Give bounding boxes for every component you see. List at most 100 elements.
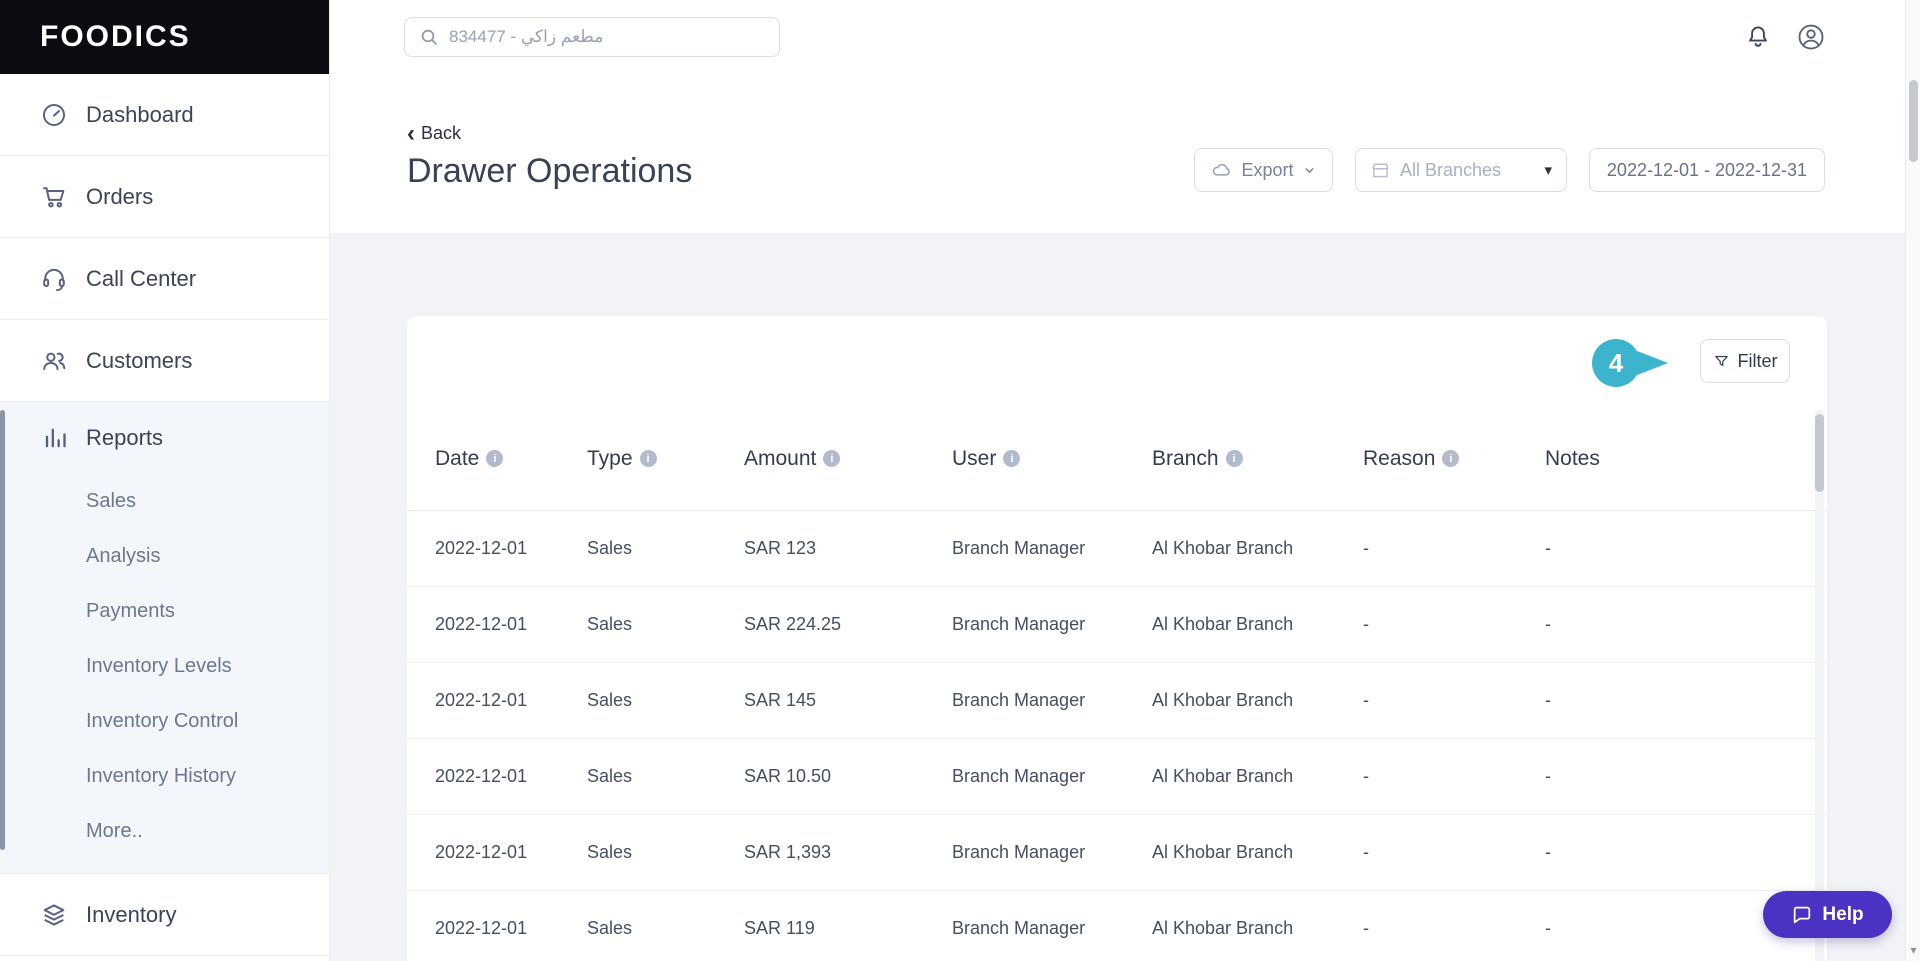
column-label: Reason (1363, 446, 1436, 470)
table-row: 2022-12-01 Sales SAR 1,393 Branch Manager Al… (407, 815, 1827, 891)
topbar-actions (1744, 22, 1920, 52)
sidebar-subitem-inventory-history[interactable]: Inventory History (0, 749, 329, 804)
chat-bubble-icon (1791, 904, 1813, 926)
sidebar-subitem-sales[interactable]: Sales (0, 474, 329, 529)
page-header: ‹ Back Drawer Operations Export All Bran… (330, 74, 1920, 233)
funnel-icon (1713, 353, 1730, 370)
sidebar-item-label: Dashboard (86, 101, 194, 127)
cell-amount: SAR 123 (744, 538, 817, 558)
inventory-icon (40, 901, 68, 929)
foodics-logo[interactable]: FOODICS (0, 0, 329, 74)
sidebar-scroll-indicator[interactable] (0, 410, 5, 850)
column-label: Notes (1545, 446, 1600, 470)
cell-user: Branch Manager (952, 538, 1086, 558)
cell-notes: - (1545, 766, 1551, 786)
topbar (330, 0, 1920, 74)
scrollbar-down-arrow[interactable]: ▾ (1906, 943, 1920, 957)
chevron-down-icon (1303, 164, 1316, 177)
back-link[interactable]: ‹ Back (407, 119, 462, 147)
cell-user: Branch Manager (952, 918, 1086, 938)
table-row: 2022-12-01 Sales SAR 145 Branch Manager Al K… (407, 663, 1827, 739)
page-title: Drawer Operations (407, 152, 693, 190)
cell-user: Branch Manager (952, 766, 1086, 786)
table-scrollbar-thumb[interactable] (1815, 414, 1824, 492)
cell-type: Sales (587, 766, 633, 786)
cell-user: Branch Manager (952, 690, 1086, 710)
export-button[interactable]: Export (1194, 148, 1333, 192)
sidebar-item-call-center[interactable]: Call Center (0, 238, 329, 320)
cell-date: 2022-12-01 (435, 842, 528, 862)
table-row: 2022-12-01 Sales SAR 224.25 Branch Manager A… (407, 587, 1827, 663)
sidebar-subitem-more[interactable]: More.. (0, 804, 329, 859)
column-header-date: Date i (435, 447, 587, 471)
cell-date: 2022-12-01 (435, 690, 528, 710)
info-icon[interactable]: i (639, 450, 657, 467)
help-label: Help (1822, 903, 1864, 925)
cell-date: 2022-12-01 (435, 538, 528, 558)
back-label: Back (421, 123, 462, 143)
search-input[interactable] (449, 27, 765, 47)
sidebar-subitem-payments[interactable]: Payments (0, 584, 329, 639)
sidebar-section-reports: Reports Sales Analysis Payments Inventory L… (0, 402, 329, 874)
page-scrollbar-thumb[interactable] (1909, 80, 1918, 162)
cell-notes: - (1545, 842, 1551, 862)
notifications-button[interactable] (1744, 23, 1772, 51)
page-scrollbar[interactable]: ▾ (1905, 0, 1920, 961)
info-icon[interactable]: i (1225, 450, 1243, 467)
info-icon[interactable]: i (1003, 450, 1021, 467)
table-row: 2022-12-01 Sales SAR 10.50 Branch Manager Al… (407, 739, 1827, 815)
magnifier-icon (419, 27, 439, 47)
cart-icon (40, 183, 68, 211)
cell-reason: - (1363, 538, 1369, 558)
store-icon (1370, 160, 1391, 181)
sidebar-item-inventory[interactable]: Inventory (0, 874, 329, 956)
cell-branch: Al Khobar Branch (1152, 538, 1294, 558)
cell-branch: Al Khobar Branch (1152, 766, 1294, 786)
branches-dropdown[interactable]: All Branches ▾ (1355, 148, 1567, 192)
cell-amount: SAR 119 (744, 918, 815, 938)
sidebar-item-label: Call Center (86, 265, 197, 291)
filter-label: Filter (1737, 350, 1778, 371)
cell-notes: - (1545, 918, 1551, 938)
table-row: 2022-12-01 Sales SAR 123 Branch Manager Al K… (407, 511, 1827, 587)
sidebar-item-label: Reports (86, 425, 164, 450)
filter-button[interactable]: Filter (1700, 339, 1790, 383)
info-icon[interactable]: i (1442, 450, 1460, 467)
chevron-left-icon: ‹ (407, 119, 415, 147)
cell-amount: SAR 224.25 (744, 614, 842, 634)
cell-date: 2022-12-01 (435, 918, 528, 938)
cloud-export-icon (1211, 160, 1232, 181)
info-icon[interactable]: i (823, 450, 841, 467)
table-row: 2022-12-01 Sales SAR 119 Branch Manager Al K… (407, 891, 1827, 961)
help-button[interactable]: Help (1763, 891, 1892, 938)
header-actions: Export All Branches ▾ 2022-12-01 - 2022-… (1194, 148, 1825, 192)
sidebar-item-dashboard[interactable]: Dashboard (0, 74, 329, 156)
info-icon[interactable]: i (486, 450, 504, 467)
cell-reason: - (1363, 766, 1369, 786)
cell-user: Branch Manager (952, 614, 1086, 634)
branches-label: All Branches (1400, 159, 1502, 180)
column-header-user: User i (952, 447, 1152, 471)
cell-reason: - (1363, 842, 1369, 862)
date-range-button[interactable]: 2022-12-01 - 2022-12-31 (1589, 148, 1825, 192)
sidebar-subitem-analysis[interactable]: Analysis (0, 529, 329, 584)
account-button[interactable] (1796, 22, 1826, 52)
column-header-reason: Reason i (1363, 447, 1545, 471)
sidebar-item-orders[interactable]: Orders (0, 156, 329, 238)
sidebar-item-customers[interactable]: Customers (0, 320, 329, 402)
table-scrollbar[interactable] (1815, 410, 1824, 961)
reports-icon (40, 424, 68, 452)
sidebar-subitem-inventory-levels[interactable]: Inventory Levels (0, 639, 329, 694)
sidebar-subitem-inventory-control[interactable]: Inventory Control (0, 694, 329, 749)
cell-branch: Al Khobar Branch (1152, 614, 1294, 634)
sidebar-item-label: Customers (86, 347, 193, 373)
headset-icon (40, 265, 68, 293)
cell-amount: SAR 1,393 (744, 842, 832, 862)
cell-reason: - (1363, 614, 1369, 634)
cell-type: Sales (587, 918, 633, 938)
sidebar-item-reports[interactable]: Reports (0, 402, 329, 474)
column-label: Amount (744, 446, 817, 470)
column-label: User (952, 446, 997, 470)
column-header-amount: Amount i (744, 447, 952, 471)
column-header-notes: Notes (1545, 447, 1787, 471)
